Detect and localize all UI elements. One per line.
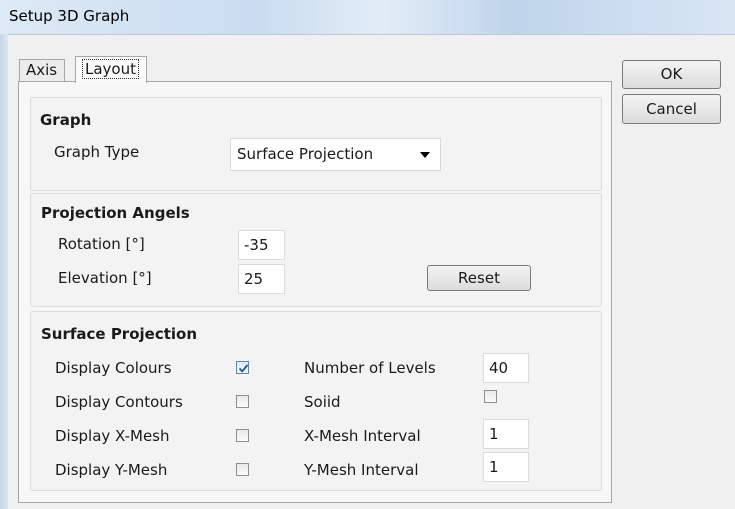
elevation-input[interactable]: 25 [238, 264, 285, 294]
display-colours-label: Display Colours [55, 359, 172, 377]
solid-checkbox[interactable] [484, 390, 497, 403]
display-xmesh-checkbox[interactable] [236, 429, 249, 442]
tab-axis[interactable]: Axis [19, 59, 65, 82]
setup-3d-graph-dialog: Setup 3D Graph Axis Layout Graph Graph T… [0, 0, 735, 509]
tab-layout-label: Layout [82, 59, 139, 79]
rotation-input[interactable]: -35 [238, 230, 285, 260]
ok-button[interactable]: OK [622, 60, 721, 89]
ymesh-interval-input[interactable]: 1 [483, 452, 529, 482]
cancel-button[interactable]: Cancel [622, 94, 721, 124]
display-contours-label: Display Contours [55, 393, 183, 411]
graph-type-select[interactable]: Surface Projection [230, 138, 441, 171]
checkmark-icon [238, 364, 249, 373]
display-colours-checkbox[interactable] [236, 361, 249, 374]
window-title: Setup 3D Graph [9, 7, 130, 25]
projection-angles-heading: Projection Angels [41, 204, 190, 222]
display-contours-checkbox[interactable] [236, 395, 249, 408]
display-ymesh-label: Display Y-Mesh [55, 461, 168, 479]
display-ymesh-checkbox[interactable] [236, 463, 249, 476]
xmesh-interval-input[interactable]: 1 [483, 419, 529, 449]
graph-type-value: Surface Projection [237, 145, 374, 163]
reset-button[interactable]: Reset [427, 265, 531, 291]
solid-label: Soiid [304, 393, 341, 411]
number-of-levels-input[interactable]: 40 [483, 353, 529, 383]
ymesh-interval-label: Y-Mesh Interval [304, 461, 419, 479]
rotation-label: Rotation [°] [58, 235, 145, 253]
number-of-levels-label: Number of Levels [304, 359, 436, 377]
elevation-label: Elevation [°] [58, 269, 152, 287]
window-frame-edge [0, 34, 8, 509]
chevron-down-icon [420, 152, 430, 158]
title-bar[interactable]: Setup 3D Graph [0, 0, 735, 35]
display-xmesh-label: Display X-Mesh [55, 427, 170, 445]
graph-type-label: Graph Type [54, 143, 140, 161]
graph-heading: Graph [40, 111, 92, 129]
tab-axis-label: Axis [26, 61, 58, 79]
surface-projection-heading: Surface Projection [41, 325, 198, 343]
xmesh-interval-label: X-Mesh Interval [304, 427, 421, 445]
tab-layout[interactable]: Layout [75, 56, 147, 83]
